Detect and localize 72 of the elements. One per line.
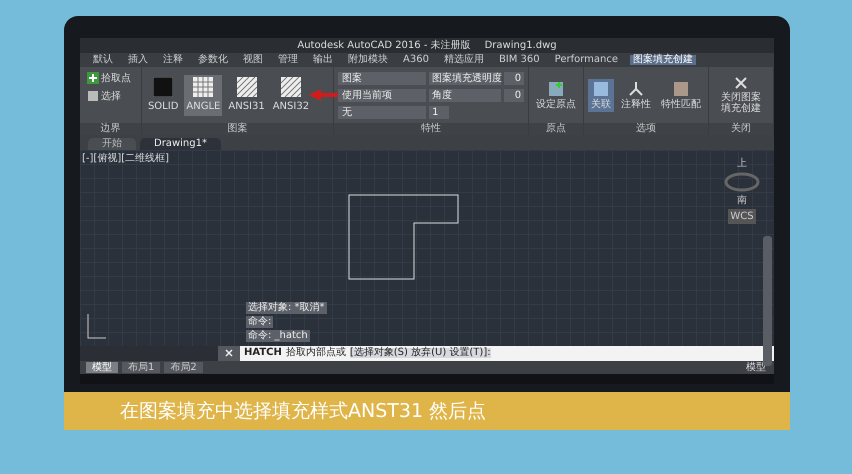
ucs-label: WCS — [728, 209, 756, 224]
pattern-swatch[interactable]: ANSI31 — [226, 74, 267, 116]
ribbon-tab[interactable]: 输出 — [310, 55, 336, 65]
associative-icon — [593, 80, 610, 96]
boundary-button[interactable]: 拾取点 — [84, 70, 134, 86]
layout-tab[interactable]: 布局2 — [164, 362, 203, 373]
ribbon-button[interactable]: 注释性 — [618, 78, 654, 112]
pattern-swatch[interactable]: ANGLE — [184, 74, 222, 116]
ribbon-tab[interactable]: A360 — [400, 55, 432, 65]
video-caption: 在图案填充中选择填充样式ANST31 然后点 — [120, 398, 486, 424]
pattern-icon — [153, 76, 174, 96]
ribbon-button[interactable]: 设定原点 — [533, 78, 580, 112]
ribbon-button[interactable]: 关联 — [588, 78, 614, 112]
file-name: Drawing1.dwg — [484, 39, 557, 53]
layout-tab[interactable]: 模型 — [86, 362, 118, 373]
command-name: HATCH — [244, 348, 282, 358]
command-prompt: 拾取内部点或 — [286, 348, 346, 358]
document-tab[interactable]: Drawing1* — [140, 138, 221, 150]
value-field[interactable]: 0 — [504, 72, 524, 84]
pattern-icon — [193, 76, 214, 96]
pattern-label: ANGLE — [186, 100, 220, 114]
compass-label: 南 — [737, 194, 747, 208]
panel-title: 特性 — [334, 123, 528, 135]
panel-title: 关闭 — [709, 123, 773, 135]
pattern-label: ANSI32 — [272, 100, 310, 114]
pattern-swatch[interactable]: SOLID — [146, 74, 180, 116]
dropdown-field[interactable]: 使用当前项 — [338, 88, 426, 102]
compass-label: 上 — [737, 156, 747, 171]
pattern-icon — [236, 76, 257, 96]
close-icon — [225, 349, 233, 358]
close-icon — [734, 76, 748, 90]
dropdown-field[interactable]: 图案 — [338, 72, 426, 84]
ribbon-button[interactable]: 特性匹配 — [658, 78, 704, 112]
pattern-swatch[interactable]: ANSI32 — [270, 74, 312, 116]
ribbon-tab[interactable]: 注释 — [160, 55, 186, 65]
origin-icon — [548, 80, 564, 96]
layout-tab[interactable]: 布局1 — [122, 362, 160, 373]
ribbon-tab[interactable]: 图案填充创建 — [630, 55, 696, 65]
document-tab[interactable]: 开始 — [88, 138, 136, 150]
ribbon-tab[interactable]: Performance — [552, 55, 622, 65]
pattern-label: ANSI31 — [228, 100, 265, 114]
ribbon-tab[interactable]: 附加模块 — [345, 55, 391, 65]
command-options[interactable]: [选择对象(S) 放弃(U) 设置(T)]: — [350, 348, 491, 358]
dropdown-field[interactable]: 无 — [338, 106, 426, 118]
plus-icon — [87, 72, 99, 84]
viewcube[interactable]: 上 南 WCS — [724, 156, 760, 224]
command-close-button[interactable] — [218, 346, 240, 361]
annotative-icon — [628, 80, 644, 96]
compass-ring-icon — [724, 172, 760, 192]
ribbon-tab[interactable]: 默认 — [90, 55, 116, 65]
field-label: 图案填充透明度 — [429, 72, 502, 84]
command-input[interactable]: HATCH 拾取内部点或 [选择对象(S) 放弃(U) 设置(T)]: — [240, 346, 774, 361]
boundary-button[interactable]: 选择 — [84, 88, 124, 104]
value-field[interactable]: 0 — [504, 88, 524, 102]
ribbon-tab[interactable]: 参数化 — [195, 55, 231, 65]
panel-title: 图案 — [142, 123, 334, 135]
ribbon-tab[interactable]: BIM 360 — [496, 55, 543, 65]
ribbon-tab[interactable]: 管理 — [275, 55, 301, 65]
window-title: Autodesk AutoCAD 2016 - 未注册版 — [297, 38, 471, 53]
pattern-label: SOLID — [148, 100, 178, 114]
viewport-label[interactable]: [-][俯视][二维线框] — [82, 151, 170, 166]
ribbon-button[interactable]: 关闭图案填充创建 — [713, 74, 769, 116]
value-field[interactable]: 1 — [429, 106, 450, 118]
panel-title: 选项 — [584, 123, 708, 135]
panel-title: 原点 — [529, 123, 584, 135]
ribbon-tab[interactable]: 视图 — [240, 55, 266, 65]
ribbon-tab[interactable]: 精选应用 — [440, 55, 487, 65]
pattern-icon — [280, 76, 301, 96]
panel-title: 边界 — [80, 123, 141, 135]
ribbon-tab[interactable]: 插入 — [125, 55, 151, 65]
match-icon — [673, 80, 690, 96]
field-label: 角度 — [429, 88, 502, 102]
